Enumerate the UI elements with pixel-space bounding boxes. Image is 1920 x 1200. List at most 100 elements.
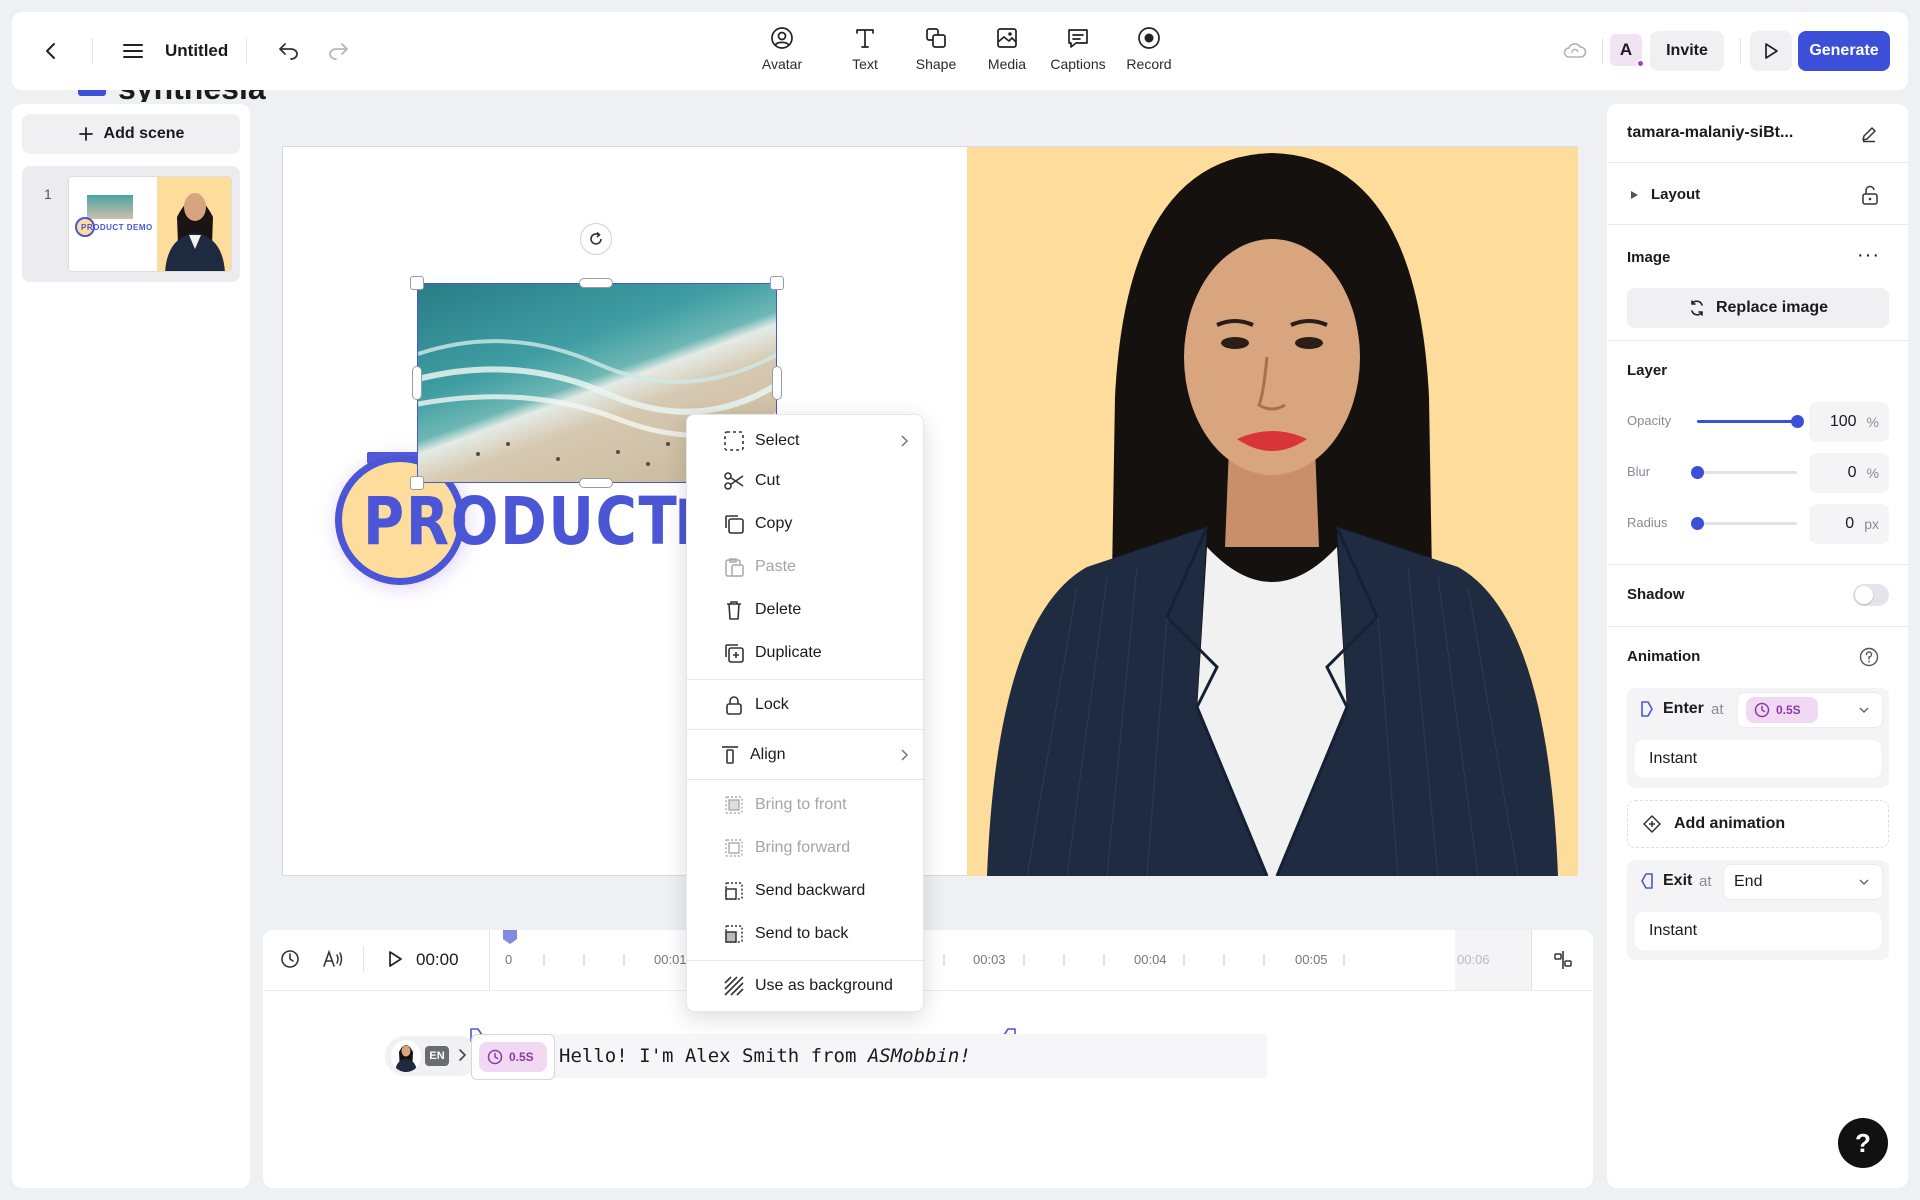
resize-handle-e[interactable] xyxy=(772,366,782,400)
tool-text[interactable]: Text xyxy=(830,26,900,72)
back-arrow-icon[interactable] xyxy=(38,38,64,64)
voice-chip[interactable]: EN xyxy=(385,1036,479,1076)
blur-slider[interactable] xyxy=(1691,466,1797,479)
exit-marker-icon xyxy=(1639,872,1655,890)
rotate-icon xyxy=(588,231,604,247)
scene-card[interactable]: 1 PRODUCT DEMO xyxy=(22,166,240,282)
preview-button[interactable] xyxy=(1750,31,1792,71)
radius-slider-thumb[interactable] xyxy=(1691,517,1704,530)
blur-slider-thumb[interactable] xyxy=(1691,466,1704,479)
menu-item-lock[interactable]: Lock xyxy=(687,685,925,725)
duplicate-icon xyxy=(723,642,745,664)
pause-chip[interactable]: 0.5S xyxy=(479,1042,547,1072)
scene-thumbnail[interactable]: PRODUCT DEMO xyxy=(68,176,232,272)
menu-separator xyxy=(687,729,925,730)
diamond-plus-icon xyxy=(1642,814,1662,834)
undo-icon[interactable] xyxy=(275,38,301,64)
project-title[interactable]: Untitled xyxy=(165,41,228,61)
resize-handle-sw[interactable] xyxy=(410,476,424,490)
menu-item-bring-forward[interactable]: Bring forward xyxy=(687,828,925,868)
tool-media[interactable]: Media xyxy=(972,26,1042,72)
clock-icon[interactable] xyxy=(279,948,301,970)
shadow-toggle[interactable] xyxy=(1853,584,1889,606)
radius-slider[interactable] xyxy=(1691,517,1797,530)
tool-captions[interactable]: Captions xyxy=(1043,26,1113,72)
plus-icon xyxy=(78,126,94,142)
user-avatar[interactable]: A xyxy=(1610,34,1645,68)
generate-button[interactable]: Generate xyxy=(1798,31,1890,71)
scene-canvas[interactable]: PRODUCT I xyxy=(282,146,1578,876)
avatar-image[interactable] xyxy=(967,147,1578,876)
script-clip[interactable]: 0.5S Hello! I'm Alex Smith from ASMobbin… xyxy=(471,1034,1267,1080)
split-view-icon[interactable] xyxy=(1551,948,1575,972)
opacity-input[interactable]: 100 % xyxy=(1809,402,1889,442)
layout-section[interactable]: Layout xyxy=(1651,186,1700,203)
script-text[interactable]: Hello! I'm Alex Smith from ASMobbin! xyxy=(559,1045,971,1067)
timeline-play-icon[interactable] xyxy=(385,949,405,969)
menu-label: Align xyxy=(750,746,786,763)
replace-icon xyxy=(1688,299,1706,317)
menu-item-send-to-back[interactable]: Send to back xyxy=(687,914,925,954)
enter-style-select[interactable]: Instant xyxy=(1635,740,1881,778)
menu-item-duplicate[interactable]: Duplicate xyxy=(687,633,925,673)
resize-handle-w[interactable] xyxy=(412,366,422,400)
edit-pencil-icon[interactable] xyxy=(1857,122,1881,146)
opacity-slider[interactable] xyxy=(1697,415,1804,428)
tool-label: Avatar xyxy=(761,56,803,72)
resize-handle-n[interactable] xyxy=(579,278,613,288)
tool-record[interactable]: Record xyxy=(1114,26,1184,72)
replace-image-button[interactable]: Replace image xyxy=(1627,288,1889,328)
menu-item-send-backward[interactable]: Send backward xyxy=(687,871,925,911)
align-icon xyxy=(719,744,741,766)
menu-icon[interactable] xyxy=(120,38,146,64)
invite-button[interactable]: Invite xyxy=(1650,31,1724,71)
voice-icon[interactable] xyxy=(321,948,345,970)
help-circle-icon[interactable] xyxy=(1858,646,1880,668)
resize-handle-s[interactable] xyxy=(579,478,613,488)
menu-item-align[interactable]: Align xyxy=(687,735,925,775)
timeline-panel: 00:00 0 00:01 00:03 00:04 00:05 00:06 EN xyxy=(263,930,1593,1188)
radius-input[interactable]: 0 px xyxy=(1809,504,1889,544)
enter-time-chip: 0.5S xyxy=(1746,697,1818,723)
element-name[interactable]: tamara-malaniy-siBt... xyxy=(1627,124,1793,142)
exit-style-select[interactable]: Instant xyxy=(1635,912,1881,950)
help-button[interactable]: ? xyxy=(1838,1118,1888,1168)
text-icon xyxy=(853,26,877,50)
opacity-slider-thumb[interactable] xyxy=(1791,415,1804,428)
playhead-marker[interactable] xyxy=(503,930,517,944)
headline-text[interactable]: PRODUCT xyxy=(363,483,678,560)
language-badge: EN xyxy=(425,1046,449,1066)
avatar-thumb xyxy=(391,1040,421,1072)
menu-item-use-as-background[interactable]: Use as background xyxy=(687,966,925,1006)
divider xyxy=(1531,930,1532,990)
menu-label: Cut xyxy=(755,472,780,489)
menu-item-copy[interactable]: Copy xyxy=(687,504,925,544)
resize-handle-ne[interactable] xyxy=(770,276,784,290)
add-animation-button[interactable]: Add animation xyxy=(1627,800,1889,848)
media-icon xyxy=(995,26,1019,50)
unlock-icon[interactable] xyxy=(1859,184,1881,206)
add-scene-button[interactable]: Add scene xyxy=(22,114,240,154)
opacity-unit: % xyxy=(1866,414,1879,430)
tool-label: Shape xyxy=(915,56,957,72)
caret-right-icon[interactable] xyxy=(1629,190,1639,200)
menu-item-paste[interactable]: Paste xyxy=(687,547,925,587)
clock-icon xyxy=(487,1049,503,1065)
menu-label: Bring to front xyxy=(755,796,847,813)
menu-item-select[interactable]: Select xyxy=(687,421,925,461)
rotate-handle[interactable] xyxy=(580,223,612,255)
tick-label: 00:06 xyxy=(1457,952,1490,967)
tool-avatar[interactable]: Avatar xyxy=(747,26,817,72)
enter-time-select[interactable]: 0.5S xyxy=(1737,692,1883,728)
exit-time-select[interactable]: End xyxy=(1723,864,1883,900)
resize-handle-nw[interactable] xyxy=(410,276,424,290)
blur-input[interactable]: 0 % xyxy=(1809,453,1889,493)
enter-animation-card: Enter at 0.5S Instant xyxy=(1627,688,1889,788)
menu-item-delete[interactable]: Delete xyxy=(687,590,925,630)
more-options-icon[interactable]: ··· xyxy=(1857,244,1880,267)
redo-icon[interactable] xyxy=(326,38,352,64)
menu-item-cut[interactable]: Cut xyxy=(687,461,925,501)
tool-shape[interactable]: Shape xyxy=(901,26,971,72)
menu-item-bring-to-front[interactable]: Bring to front xyxy=(687,785,925,825)
cloud-sync-icon[interactable] xyxy=(1562,38,1588,64)
